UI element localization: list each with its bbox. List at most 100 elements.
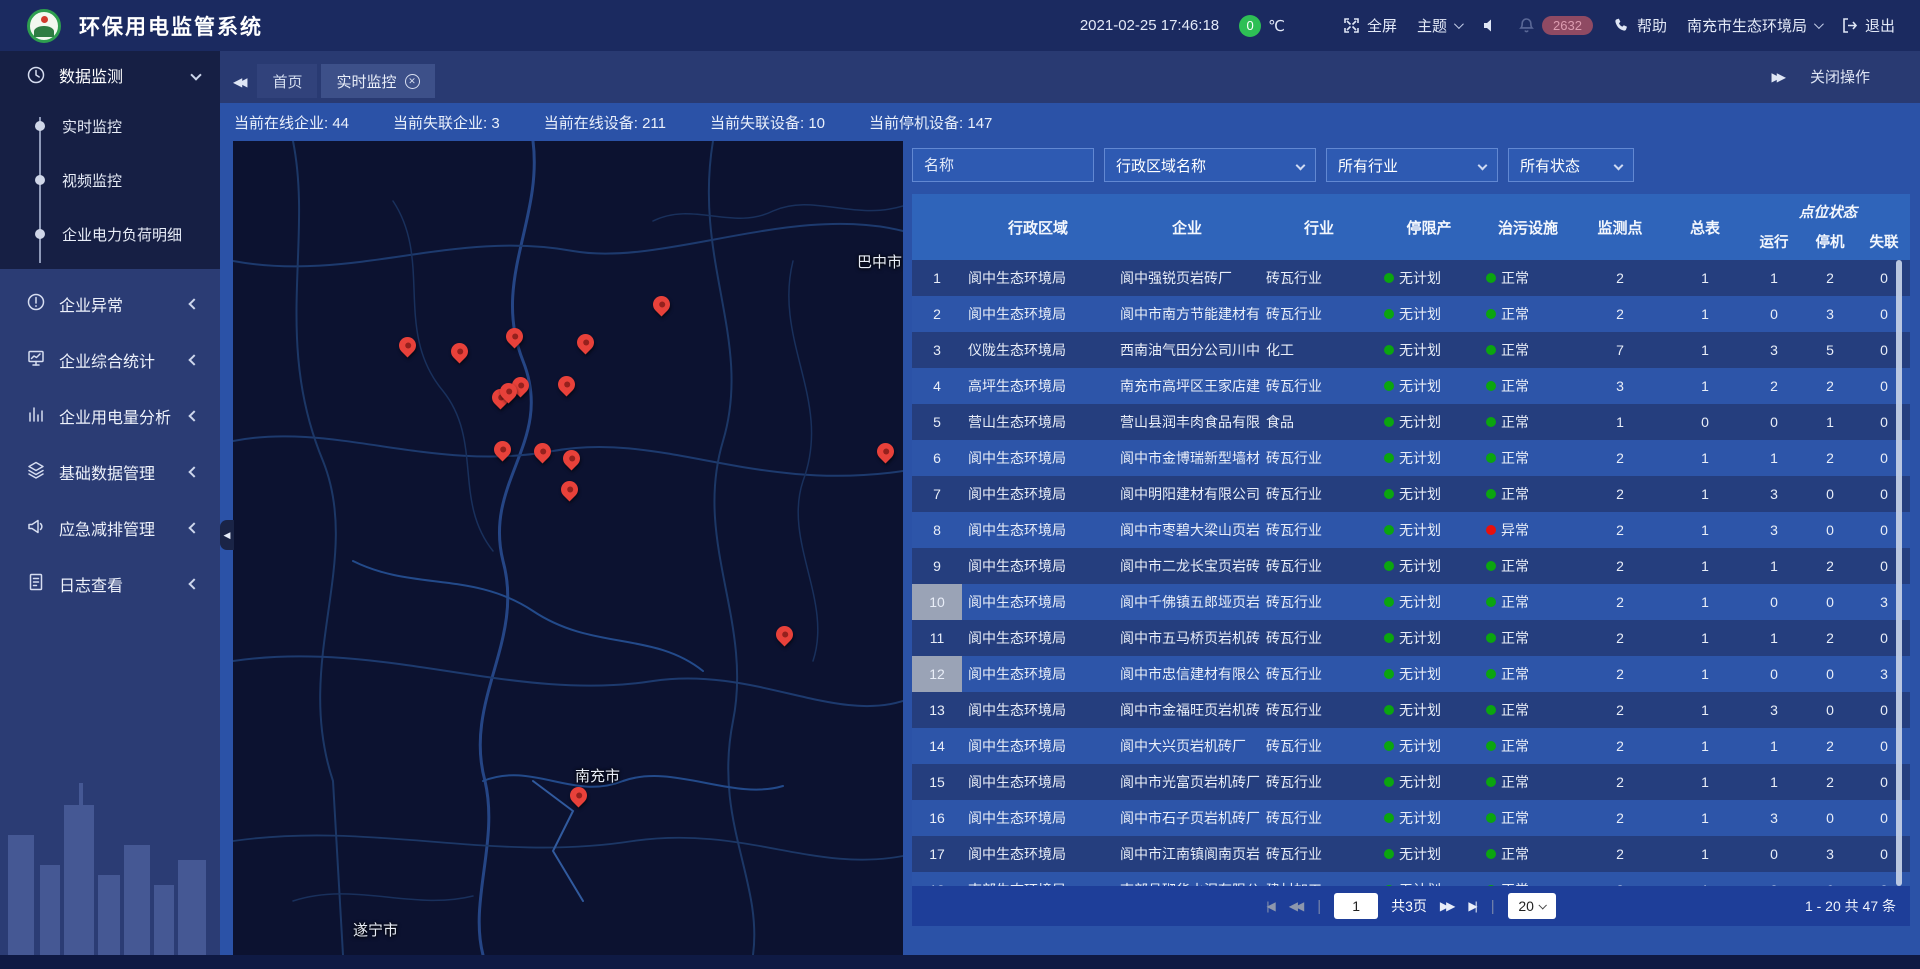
col-limit-production: 停限产 (1378, 194, 1480, 260)
next-page-icon[interactable]: ▶▶ (1440, 899, 1455, 913)
row-stopped: 1 (1802, 404, 1858, 440)
tab-close-icon[interactable]: ✕ (405, 74, 420, 89)
sidebar-submenu-item-item[interactable]: 视频监控 (0, 153, 220, 207)
fullscreen-button[interactable]: 全屏 (1343, 15, 1397, 36)
table-row[interactable]: 14 阆中生态环境局 阆中大兴页岩机砖厂 砖瓦行业 无计划 正常 2 1 1 2… (912, 728, 1910, 764)
status-filter-select[interactable]: 所有状态 (1508, 148, 1634, 182)
table-row[interactable]: 1 阆中生态环境局 阆中强锐页岩砖厂 砖瓦行业 无计划 正常 2 1 1 2 0 (912, 260, 1910, 296)
org-dropdown[interactable]: 南充市生态环境局 (1687, 15, 1821, 36)
filter-row: 行政区域名称 所有行业 所有状态 (912, 148, 1910, 182)
chevron-left-icon (188, 410, 199, 421)
page-number-input[interactable] (1334, 893, 1378, 919)
first-page-icon[interactable]: |◀ (1266, 899, 1275, 913)
close-operations-button[interactable]: 关闭操作 (1810, 66, 1870, 87)
row-monitor-points: 2 (1576, 872, 1664, 886)
sidebar-submenu-item-active[interactable]: 实时监控 (0, 99, 220, 153)
row-total-meter: 1 (1664, 872, 1746, 886)
sidebar-group-header-data-monitor[interactable]: 数据监测 (0, 51, 220, 99)
row-company: 阆中市枣碧大梁山页岩 (1114, 512, 1260, 548)
row-offline: 0 (1858, 728, 1910, 764)
status-dot (1384, 633, 1394, 643)
row-monitor-points: 2 (1576, 800, 1664, 836)
row-monitor-points: 2 (1576, 260, 1664, 296)
name-filter-input[interactable] (912, 148, 1094, 182)
status-dot (1384, 525, 1394, 535)
table-row[interactable]: 6 阆中生态环境局 阆中市金博瑞新型墙材 砖瓦行业 无计划 正常 2 1 1 2… (912, 440, 1910, 476)
sound-toggle[interactable] (1481, 17, 1498, 34)
row-offline: 3 (1858, 656, 1910, 692)
row-stopped: 3 (1802, 296, 1858, 332)
table-row[interactable]: 5 营山生态环境局 营山县润丰肉食品有限 食品 无计划 正常 1 0 0 1 0 (912, 404, 1910, 440)
last-page-icon[interactable]: ▶| (1468, 899, 1477, 913)
theme-dropdown[interactable]: 主题 (1417, 15, 1461, 36)
row-industry: 砖瓦行业 (1260, 656, 1378, 692)
sidebar-item[interactable]: 日志查看 (0, 556, 220, 612)
sidebar-item[interactable]: 应急减排管理 (0, 500, 220, 556)
app-logo-icon (27, 9, 61, 43)
row-pollution-facility: 正常 (1480, 368, 1576, 404)
tabs-scroll-left-icon[interactable]: ◀◀ (233, 75, 243, 89)
status-filter-value: 所有状态 (1520, 155, 1580, 176)
table-row[interactable]: 13 阆中生态环境局 阆中市金福旺页岩机砖 砖瓦行业 无计划 正常 2 1 3 … (912, 692, 1910, 728)
row-stopped: 6 (1802, 872, 1858, 886)
col-running: 运行 (1746, 222, 1802, 260)
sidebar-collapse-handle[interactable]: ◀ (220, 520, 234, 550)
row-region: 阆中生态环境局 (962, 836, 1114, 872)
table-row[interactable]: 2 阆中生态环境局 阆中市南方节能建材有 砖瓦行业 无计划 正常 2 1 0 3… (912, 296, 1910, 332)
tab[interactable]: 实时监控 ✕ (321, 64, 434, 98)
row-index: 11 (912, 620, 962, 656)
chevron-left-icon (188, 522, 199, 533)
table-row[interactable]: 15 阆中生态环境局 阆中市光富页岩机砖厂 砖瓦行业 无计划 正常 2 1 1 … (912, 764, 1910, 800)
row-pollution-facility: 正常 (1480, 836, 1576, 872)
table-row[interactable]: 12 阆中生态环境局 阆中市忠信建材有限公 砖瓦行业 无计划 正常 2 1 0 … (912, 656, 1910, 692)
sidebar-item[interactable]: 企业用电量分析 (0, 388, 220, 444)
row-pollution-facility: 正常 (1480, 260, 1576, 296)
row-index: 13 (912, 692, 962, 728)
tabs-scroll-right-icon[interactable]: ▶▶ (1772, 70, 1782, 84)
row-industry: 砖瓦行业 (1260, 728, 1378, 764)
row-industry: 砖瓦行业 (1260, 476, 1378, 512)
row-pollution-facility: 正常 (1480, 872, 1576, 886)
region-filter-select[interactable]: 行政区域名称 (1104, 148, 1316, 182)
table-row[interactable]: 4 高坪生态环境局 南充市高坪区王家店建 砖瓦行业 无计划 正常 3 1 2 2… (912, 368, 1910, 404)
map[interactable]: 巴中市南充市遂宁市 (233, 141, 903, 955)
row-stopped: 0 (1802, 656, 1858, 692)
table-row[interactable]: 7 阆中生态环境局 阆中明阳建材有限公司 砖瓦行业 无计划 正常 2 1 3 0… (912, 476, 1910, 512)
table-row[interactable]: 10 阆中生态环境局 阆中千佛镇五郎垭页岩 砖瓦行业 无计划 正常 2 1 0 … (912, 584, 1910, 620)
col-stopped: 停机 (1802, 222, 1858, 260)
sidebar-item[interactable]: 基础数据管理 (0, 444, 220, 500)
row-limit-production: 无计划 (1378, 584, 1480, 620)
table-row[interactable]: 16 阆中生态环境局 阆中市石子页岩机砖厂 砖瓦行业 无计划 正常 2 1 3 … (912, 800, 1910, 836)
help-button[interactable]: 帮助 (1613, 15, 1667, 36)
industry-filter-value: 所有行业 (1338, 155, 1398, 176)
status-dot (1486, 345, 1496, 355)
tab[interactable]: 首页 (257, 64, 317, 98)
notifications[interactable]: 2632 (1518, 16, 1593, 35)
table-row[interactable]: 9 阆中生态环境局 阆中市二龙长宝页岩砖 砖瓦行业 无计划 正常 2 1 1 2… (912, 548, 1910, 584)
industry-filter-select[interactable]: 所有行业 (1326, 148, 1498, 182)
table-row[interactable]: 17 阆中生态环境局 阆中市江南镇阆南页岩 砖瓦行业 无计划 正常 2 1 0 … (912, 836, 1910, 872)
logout-button[interactable]: 退出 (1841, 15, 1895, 36)
row-stopped: 0 (1802, 512, 1858, 548)
row-stopped: 2 (1802, 548, 1858, 584)
row-index: 4 (912, 368, 962, 404)
row-industry: 化工 (1260, 332, 1378, 368)
sidebar-item[interactable]: 企业综合统计 (0, 332, 220, 388)
table-row[interactable]: 8 阆中生态环境局 阆中市枣碧大梁山页岩 砖瓦行业 无计划 异常 2 1 3 0… (912, 512, 1910, 548)
row-monitor-points: 7 (1576, 332, 1664, 368)
row-running: 0 (1746, 296, 1802, 332)
row-company: 营山县润丰肉食品有限 (1114, 404, 1260, 440)
sidebar-submenu-item-item[interactable]: 企业电力负荷明细 (0, 207, 220, 261)
table-scrollbar[interactable] (1896, 260, 1902, 886)
sidebar-item-label: 基础数据管理 (59, 460, 155, 484)
status-dot (1384, 669, 1394, 679)
table-row[interactable]: 3 仪陇生态环境局 西南油气田分公司川中 化工 无计划 正常 7 1 3 5 0 (912, 332, 1910, 368)
sidebar-item[interactable]: 企业异常 (0, 276, 220, 332)
phone-icon (1613, 17, 1630, 34)
table-row[interactable]: 18 南部生态环境局 南部县砌华水泥有限公 建材加工 无计划 正常 2 1 0 … (912, 872, 1910, 886)
prev-page-icon[interactable]: ◀◀ (1289, 899, 1304, 913)
row-company: 阆中市忠信建材有限公 (1114, 656, 1260, 692)
row-total-meter: 1 (1664, 692, 1746, 728)
table-row[interactable]: 11 阆中生态环境局 阆中市五马桥页岩机砖 砖瓦行业 无计划 正常 2 1 1 … (912, 620, 1910, 656)
page-size-select[interactable]: 20 (1508, 893, 1556, 919)
